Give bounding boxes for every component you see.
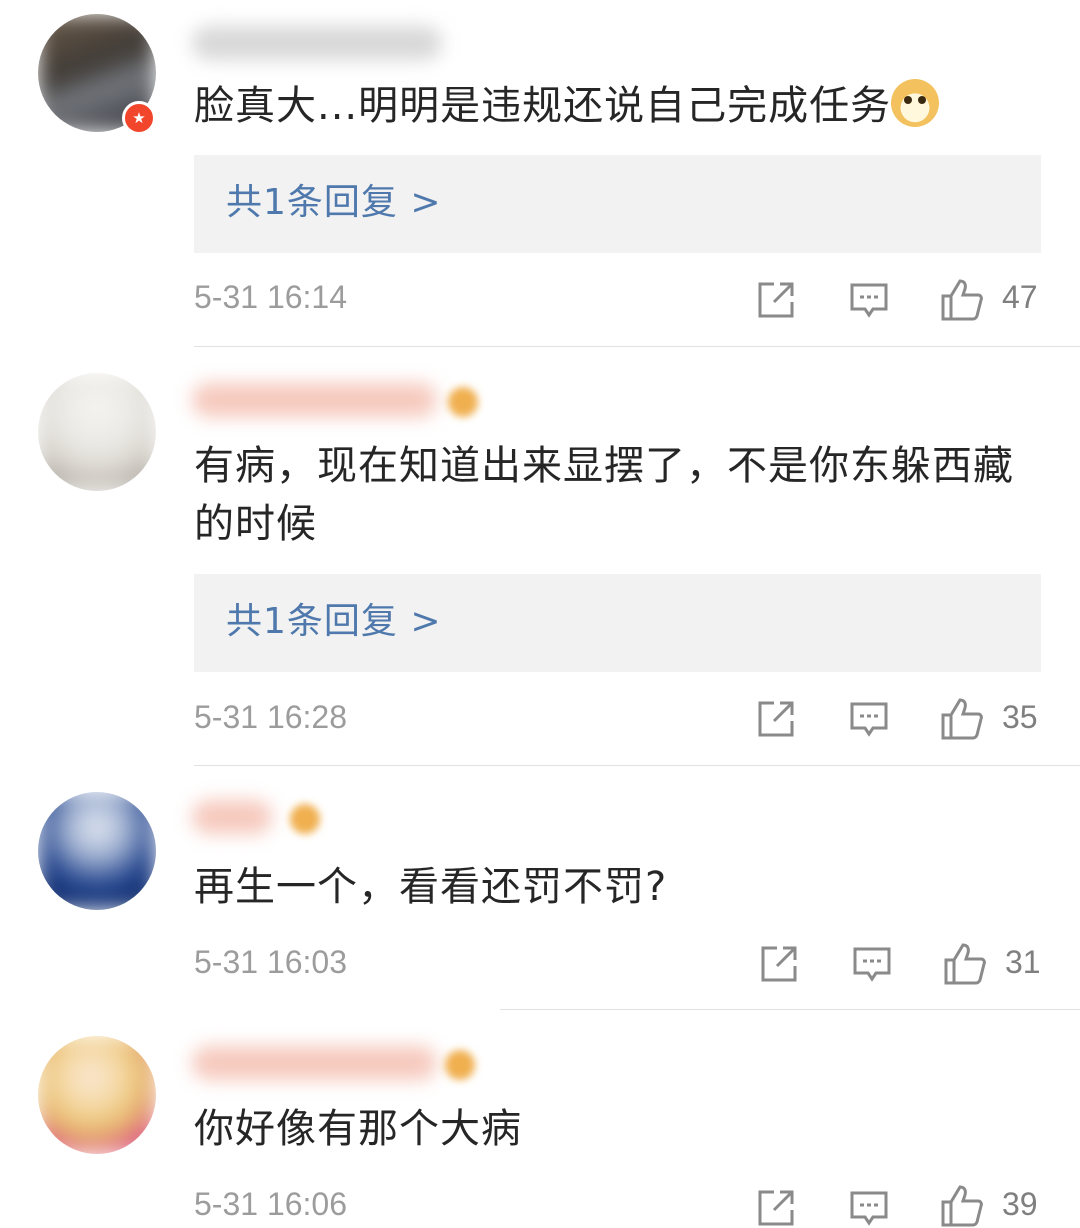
timestamp: 5-31 16:28 [194, 699, 348, 735]
reply-count-label: 共1条回复 > [226, 182, 442, 223]
repost-icon[interactable] [756, 280, 796, 320]
username-blurred[interactable] [192, 26, 442, 60]
comment-text: 脸真大...明明是违规还说自己完成任务 [194, 77, 1054, 135]
like-count: 47 [1002, 279, 1038, 315]
avatar[interactable] [38, 792, 156, 910]
thumbs-up-icon[interactable] [943, 942, 987, 986]
vip-badge-icon [448, 387, 478, 417]
repost-icon[interactable] [756, 699, 796, 739]
comment-icon[interactable] [849, 1188, 889, 1228]
vip-badge-icon [445, 1050, 475, 1080]
timestamp: 5-31 16:14 [194, 279, 348, 315]
comment-item: 你好像有那个大病 5-31 16:06 39 [0, 1010, 1080, 1227]
username-blurred[interactable] [192, 1046, 437, 1080]
comment-icon[interactable] [849, 699, 889, 739]
repost-icon[interactable] [756, 1188, 796, 1228]
timestamp: 5-31 16:03 [194, 944, 348, 980]
comment-icon[interactable] [852, 944, 892, 984]
like-count: 31 [1005, 944, 1041, 980]
comment-item: 有病，现在知道出来显摆了，不是你东躲西藏的时候 共1条回复 > 5-31 16:… [0, 347, 1080, 766]
repost-icon[interactable] [759, 944, 799, 984]
reply-thread-link[interactable]: 共1条回复 > [194, 155, 1041, 253]
like-count: 39 [1002, 1186, 1038, 1222]
comment-text: 有病，现在知道出来显摆了，不是你东躲西藏的时候 [194, 443, 1014, 547]
username-blurred[interactable] [192, 800, 272, 834]
timestamp: 5-31 16:06 [194, 1186, 348, 1222]
username-blurred[interactable] [192, 383, 437, 417]
like-count: 35 [1002, 699, 1038, 735]
verified-star-icon: ★ [122, 101, 156, 135]
comment-text: 你好像有那个大病 [194, 1106, 522, 1152]
thumbs-up-icon[interactable] [940, 697, 984, 741]
reply-thread-link[interactable]: 共1条回复 > [194, 574, 1041, 672]
comment-item: 再生一个，看看还罚不罚? 5-31 16:03 31 [0, 766, 1080, 1010]
avatar[interactable] [38, 1036, 156, 1154]
thumbs-up-icon[interactable] [940, 1184, 984, 1228]
comment-icon[interactable] [849, 280, 889, 320]
doge-emoji-icon [891, 79, 940, 127]
comment-text: 再生一个，看看还罚不罚? [194, 864, 668, 910]
comment-item: ★ 脸真大...明明是违规还说自己完成任务 共1条回复 > 5-31 16:14… [0, 0, 1080, 347]
vip-badge-icon [290, 804, 320, 834]
avatar[interactable] [38, 373, 156, 491]
thumbs-up-icon[interactable] [940, 278, 984, 322]
reply-count-label: 共1条回复 > [226, 601, 442, 642]
